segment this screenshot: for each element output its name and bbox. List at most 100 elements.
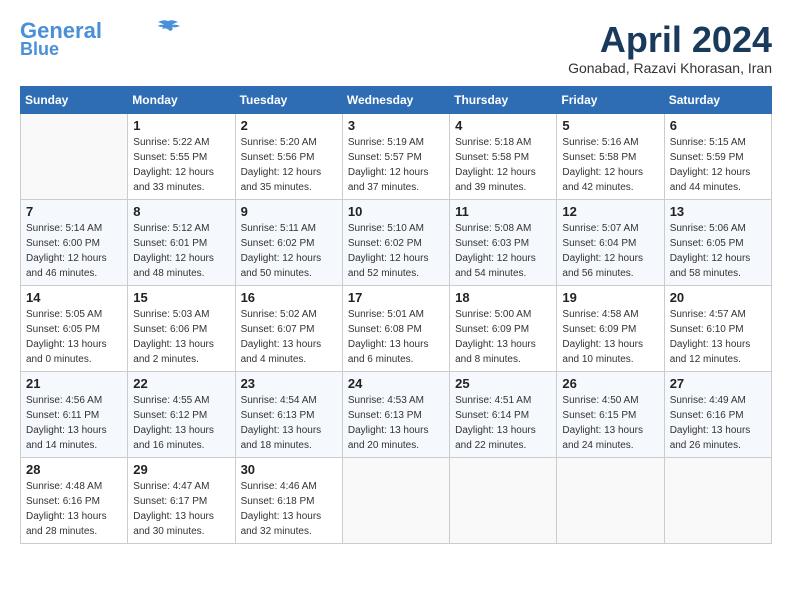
day-number: 7 — [26, 204, 122, 219]
day-info: Sunrise: 5:15 AM Sunset: 5:59 PM Dayligh… — [670, 135, 766, 195]
calendar-cell: 25 Sunrise: 4:51 AM Sunset: 6:14 PM Dayli… — [450, 371, 557, 457]
calendar-cell: 7 Sunrise: 5:14 AM Sunset: 6:00 PM Daylig… — [21, 199, 128, 285]
day-number: 19 — [562, 290, 658, 305]
day-number: 26 — [562, 376, 658, 391]
calendar-cell: 5 Sunrise: 5:16 AM Sunset: 5:58 PM Daylig… — [557, 113, 664, 199]
day-info: Sunrise: 4:47 AM Sunset: 6:17 PM Dayligh… — [133, 479, 229, 539]
calendar-cell: 4Sunrise: 5:18 AM Sunset: 5:58 PM Daylig… — [450, 113, 557, 199]
weekday-header-sunday: Sunday — [21, 86, 128, 113]
weekday-header-friday: Friday — [557, 86, 664, 113]
calendar-cell: 2Sunrise: 5:20 AM Sunset: 5:56 PM Daylig… — [235, 113, 342, 199]
calendar-cell — [342, 457, 449, 543]
location-subtitle: Gonabad, Razavi Khorasan, Iran — [568, 60, 772, 76]
calendar-cell — [664, 457, 771, 543]
calendar-cell: 20 Sunrise: 4:57 AM Sunset: 6:10 PM Dayli… — [664, 285, 771, 371]
calendar-cell: 13 Sunrise: 5:06 AM Sunset: 6:05 PM Dayli… — [664, 199, 771, 285]
title-block: April 2024 Gonabad, Razavi Khorasan, Ira… — [568, 20, 772, 76]
day-info: Sunrise: 5:14 AM Sunset: 6:00 PM Dayligh… — [26, 221, 122, 281]
day-number: 8 — [133, 204, 229, 219]
calendar-cell: 16Sunrise: 5:02 AM Sunset: 6:07 PM Dayli… — [235, 285, 342, 371]
day-info: Sunrise: 5:12 AM Sunset: 6:01 PM Dayligh… — [133, 221, 229, 281]
day-number: 4 — [455, 118, 551, 133]
day-info: Sunrise: 5:01 AM Sunset: 6:08 PM Dayligh… — [348, 307, 444, 367]
day-number: 3 — [348, 118, 444, 133]
day-number: 18 — [455, 290, 551, 305]
page-header: General Blue April 2024 Gonabad, Razavi … — [20, 20, 772, 76]
day-info: Sunrise: 5:02 AM Sunset: 6:07 PM Dayligh… — [241, 307, 337, 367]
calendar-cell: 26 Sunrise: 4:50 AM Sunset: 6:15 PM Dayli… — [557, 371, 664, 457]
calendar-week-row: 14Sunrise: 5:05 AM Sunset: 6:05 PM Dayli… — [21, 285, 772, 371]
calendar-week-row: 28Sunrise: 4:48 AM Sunset: 6:16 PM Dayli… — [21, 457, 772, 543]
calendar-cell: 24 Sunrise: 4:53 AM Sunset: 6:13 PM Dayli… — [342, 371, 449, 457]
logo-bird-icon — [154, 19, 182, 37]
calendar-cell: 27Sunrise: 4:49 AM Sunset: 6:16 PM Dayli… — [664, 371, 771, 457]
calendar-cell: 29 Sunrise: 4:47 AM Sunset: 6:17 PM Dayli… — [128, 457, 235, 543]
logo-blue-text: Blue — [20, 40, 59, 58]
calendar-cell: 19 Sunrise: 4:58 AM Sunset: 6:09 PM Dayli… — [557, 285, 664, 371]
calendar-cell: 3 Sunrise: 5:19 AM Sunset: 5:57 PM Daylig… — [342, 113, 449, 199]
day-number: 20 — [670, 290, 766, 305]
day-number: 5 — [562, 118, 658, 133]
weekday-header-monday: Monday — [128, 86, 235, 113]
day-info: Sunrise: 4:49 AM Sunset: 6:16 PM Dayligh… — [670, 393, 766, 453]
calendar-cell: 22 Sunrise: 4:55 AM Sunset: 6:12 PM Dayli… — [128, 371, 235, 457]
calendar-cell — [450, 457, 557, 543]
day-info: Sunrise: 5:03 AM Sunset: 6:06 PM Dayligh… — [133, 307, 229, 367]
day-info: Sunrise: 4:53 AM Sunset: 6:13 PM Dayligh… — [348, 393, 444, 453]
day-number: 25 — [455, 376, 551, 391]
day-info: Sunrise: 5:08 AM Sunset: 6:03 PM Dayligh… — [455, 221, 551, 281]
calendar-cell: 30Sunrise: 4:46 AM Sunset: 6:18 PM Dayli… — [235, 457, 342, 543]
calendar-cell: 18 Sunrise: 5:00 AM Sunset: 6:09 PM Dayli… — [450, 285, 557, 371]
month-title: April 2024 — [568, 20, 772, 60]
day-info: Sunrise: 4:57 AM Sunset: 6:10 PM Dayligh… — [670, 307, 766, 367]
day-number: 17 — [348, 290, 444, 305]
day-number: 21 — [26, 376, 122, 391]
calendar-cell: 6 Sunrise: 5:15 AM Sunset: 5:59 PM Daylig… — [664, 113, 771, 199]
calendar-cell: 21Sunrise: 4:56 AM Sunset: 6:11 PM Dayli… — [21, 371, 128, 457]
day-number: 9 — [241, 204, 337, 219]
day-number: 13 — [670, 204, 766, 219]
calendar-header: SundayMondayTuesdayWednesdayThursdayFrid… — [21, 86, 772, 113]
weekday-header-saturday: Saturday — [664, 86, 771, 113]
calendar-cell: 1Sunrise: 5:22 AM Sunset: 5:55 PM Daylig… — [128, 113, 235, 199]
weekday-header-tuesday: Tuesday — [235, 86, 342, 113]
day-number: 30 — [241, 462, 337, 477]
day-number: 22 — [133, 376, 229, 391]
calendar-week-row: 21Sunrise: 4:56 AM Sunset: 6:11 PM Dayli… — [21, 371, 772, 457]
weekday-header-row: SundayMondayTuesdayWednesdayThursdayFrid… — [21, 86, 772, 113]
calendar-week-row: 7 Sunrise: 5:14 AM Sunset: 6:00 PM Daylig… — [21, 199, 772, 285]
day-number: 6 — [670, 118, 766, 133]
calendar-cell: 15Sunrise: 5:03 AM Sunset: 6:06 PM Dayli… — [128, 285, 235, 371]
calendar-cell: 23 Sunrise: 4:54 AM Sunset: 6:13 PM Dayli… — [235, 371, 342, 457]
weekday-header-thursday: Thursday — [450, 86, 557, 113]
day-number: 23 — [241, 376, 337, 391]
day-info: Sunrise: 4:50 AM Sunset: 6:15 PM Dayligh… — [562, 393, 658, 453]
day-number: 24 — [348, 376, 444, 391]
calendar-body: 1Sunrise: 5:22 AM Sunset: 5:55 PM Daylig… — [21, 113, 772, 543]
calendar-table: SundayMondayTuesdayWednesdayThursdayFrid… — [20, 86, 772, 544]
day-info: Sunrise: 4:51 AM Sunset: 6:14 PM Dayligh… — [455, 393, 551, 453]
day-info: Sunrise: 5:19 AM Sunset: 5:57 PM Dayligh… — [348, 135, 444, 195]
day-number: 29 — [133, 462, 229, 477]
day-number: 11 — [455, 204, 551, 219]
day-info: Sunrise: 4:54 AM Sunset: 6:13 PM Dayligh… — [241, 393, 337, 453]
calendar-cell: 11 Sunrise: 5:08 AM Sunset: 6:03 PM Dayli… — [450, 199, 557, 285]
day-info: Sunrise: 5:10 AM Sunset: 6:02 PM Dayligh… — [348, 221, 444, 281]
day-info: Sunrise: 4:58 AM Sunset: 6:09 PM Dayligh… — [562, 307, 658, 367]
day-info: Sunrise: 5:16 AM Sunset: 5:58 PM Dayligh… — [562, 135, 658, 195]
calendar-week-row: 1Sunrise: 5:22 AM Sunset: 5:55 PM Daylig… — [21, 113, 772, 199]
day-info: Sunrise: 4:48 AM Sunset: 6:16 PM Dayligh… — [26, 479, 122, 539]
day-number: 1 — [133, 118, 229, 133]
calendar-cell: 9 Sunrise: 5:11 AM Sunset: 6:02 PM Daylig… — [235, 199, 342, 285]
day-info: Sunrise: 5:06 AM Sunset: 6:05 PM Dayligh… — [670, 221, 766, 281]
day-info: Sunrise: 5:20 AM Sunset: 5:56 PM Dayligh… — [241, 135, 337, 195]
day-info: Sunrise: 5:11 AM Sunset: 6:02 PM Dayligh… — [241, 221, 337, 281]
calendar-cell: 12Sunrise: 5:07 AM Sunset: 6:04 PM Dayli… — [557, 199, 664, 285]
calendar-cell: 17 Sunrise: 5:01 AM Sunset: 6:08 PM Dayli… — [342, 285, 449, 371]
day-info: Sunrise: 5:00 AM Sunset: 6:09 PM Dayligh… — [455, 307, 551, 367]
logo: General Blue — [20, 20, 182, 58]
calendar-cell: 28Sunrise: 4:48 AM Sunset: 6:16 PM Dayli… — [21, 457, 128, 543]
calendar-cell — [21, 113, 128, 199]
day-info: Sunrise: 4:55 AM Sunset: 6:12 PM Dayligh… — [133, 393, 229, 453]
weekday-header-wednesday: Wednesday — [342, 86, 449, 113]
